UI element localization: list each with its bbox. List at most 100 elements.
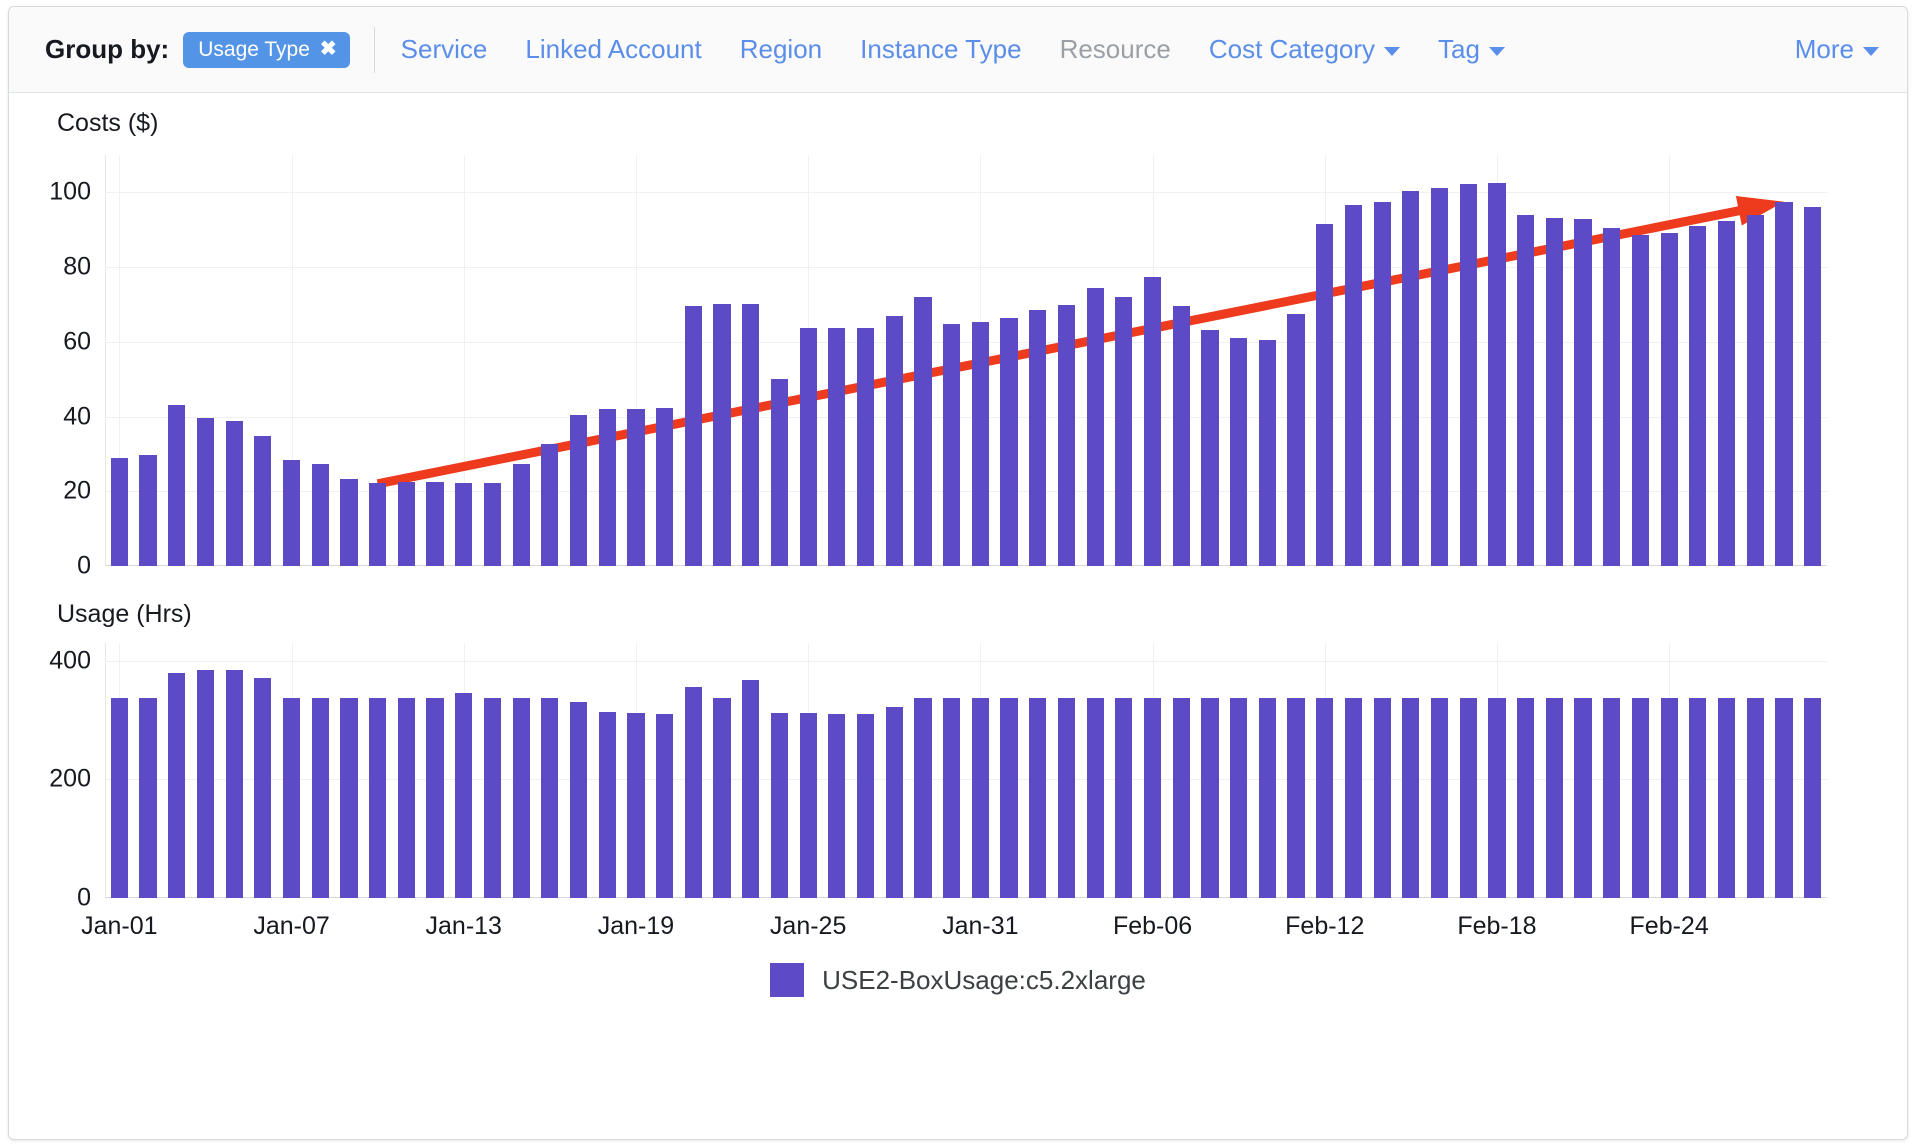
group-by-option-service[interactable]: Service <box>401 34 488 65</box>
group-by-option-region[interactable]: Region <box>740 34 822 65</box>
bar[interactable] <box>1201 329 1219 566</box>
bar[interactable] <box>828 713 846 898</box>
bar[interactable] <box>828 327 846 566</box>
bar[interactable] <box>1086 287 1104 566</box>
bar[interactable] <box>1430 698 1449 898</box>
group-by-option-cost-category[interactable]: Cost Category <box>1209 34 1401 65</box>
bar[interactable] <box>455 482 473 566</box>
bar[interactable] <box>684 687 702 898</box>
bar[interactable] <box>598 409 616 566</box>
bar[interactable] <box>799 327 817 566</box>
bar[interactable] <box>512 698 530 898</box>
bar[interactable] <box>856 327 875 566</box>
bar[interactable] <box>168 673 186 898</box>
close-icon[interactable]: ✖ <box>320 39 337 59</box>
bar[interactable] <box>1000 318 1018 566</box>
bar[interactable] <box>196 670 215 898</box>
bar[interactable] <box>1230 698 1248 898</box>
bar[interactable] <box>1689 226 1707 566</box>
bar[interactable] <box>340 479 358 566</box>
bar[interactable] <box>1344 698 1363 898</box>
bar[interactable] <box>1459 698 1477 898</box>
bar[interactable] <box>1603 227 1621 566</box>
bar[interactable] <box>1086 698 1104 898</box>
bar[interactable] <box>1344 205 1363 566</box>
bar[interactable] <box>742 680 760 898</box>
bar[interactable] <box>1115 296 1133 566</box>
bar[interactable] <box>196 418 215 566</box>
bar[interactable] <box>282 697 301 898</box>
bar[interactable] <box>1775 698 1793 898</box>
bar[interactable] <box>110 457 128 566</box>
bar[interactable] <box>1287 313 1305 566</box>
bar[interactable] <box>139 698 157 898</box>
bar[interactable] <box>369 698 387 898</box>
bar[interactable] <box>598 712 616 898</box>
bar[interactable] <box>1488 182 1506 566</box>
bar[interactable] <box>1402 190 1420 566</box>
bar[interactable] <box>1230 338 1248 566</box>
bar[interactable] <box>1287 698 1305 898</box>
bar[interactable] <box>397 482 415 566</box>
bar[interactable] <box>1029 309 1047 566</box>
bar[interactable] <box>943 324 961 566</box>
bar[interactable] <box>369 483 387 566</box>
bar[interactable] <box>627 712 645 898</box>
bar[interactable] <box>656 713 674 898</box>
group-by-chip-usage-type[interactable]: Usage Type ✖ <box>183 31 350 68</box>
bar[interactable] <box>1172 305 1190 566</box>
bar[interactable] <box>1258 698 1276 898</box>
bar[interactable] <box>856 713 875 898</box>
bar[interactable] <box>569 414 588 566</box>
bar[interactable] <box>340 698 358 898</box>
bar[interactable] <box>1775 201 1793 566</box>
bar[interactable] <box>684 305 702 566</box>
bar[interactable] <box>656 407 674 566</box>
bar[interactable] <box>971 322 989 566</box>
bar[interactable] <box>1258 339 1276 566</box>
bar[interactable] <box>1717 220 1736 566</box>
bar[interactable] <box>713 304 731 566</box>
bar[interactable] <box>1631 234 1650 566</box>
bar[interactable] <box>1172 698 1190 898</box>
bar[interactable] <box>1517 698 1535 898</box>
bar[interactable] <box>426 482 444 566</box>
bar[interactable] <box>1316 224 1334 566</box>
bar[interactable] <box>1689 698 1707 898</box>
bar[interactable] <box>168 405 186 566</box>
bar[interactable] <box>1660 698 1678 898</box>
bar[interactable] <box>1115 698 1133 898</box>
bar[interactable] <box>225 421 243 566</box>
bar[interactable] <box>885 316 903 566</box>
bar[interactable] <box>1316 698 1334 898</box>
bar[interactable] <box>225 669 243 898</box>
bar[interactable] <box>1373 202 1391 566</box>
bar[interactable] <box>311 698 329 898</box>
bar[interactable] <box>1545 698 1563 898</box>
group-by-option-tag[interactable]: Tag <box>1438 34 1505 65</box>
bar[interactable] <box>569 701 588 898</box>
bar[interactable] <box>742 303 760 566</box>
group-by-option-instance-type[interactable]: Instance Type <box>860 34 1021 65</box>
bar[interactable] <box>282 459 301 566</box>
bar[interactable] <box>627 409 645 566</box>
bar[interactable] <box>1746 214 1764 566</box>
legend-item[interactable]: USE2-BoxUsage:c5.2xlarge <box>770 963 1146 997</box>
bar[interactable] <box>1057 305 1076 566</box>
bar[interactable] <box>483 698 502 898</box>
bar[interactable] <box>397 698 415 898</box>
group-by-more-button[interactable]: More <box>1795 34 1879 65</box>
bar[interactable] <box>110 698 128 898</box>
bar[interactable] <box>1574 698 1592 898</box>
bar[interactable] <box>1804 207 1822 566</box>
bar[interactable] <box>770 379 789 566</box>
bar[interactable] <box>254 435 272 566</box>
bar[interactable] <box>1201 698 1219 898</box>
bar[interactable] <box>1000 698 1018 898</box>
bar[interactable] <box>512 463 530 566</box>
bar[interactable] <box>1631 698 1650 898</box>
bar[interactable] <box>1804 698 1822 898</box>
bar[interactable] <box>426 698 444 898</box>
bar[interactable] <box>139 454 157 566</box>
bar[interactable] <box>1029 698 1047 898</box>
